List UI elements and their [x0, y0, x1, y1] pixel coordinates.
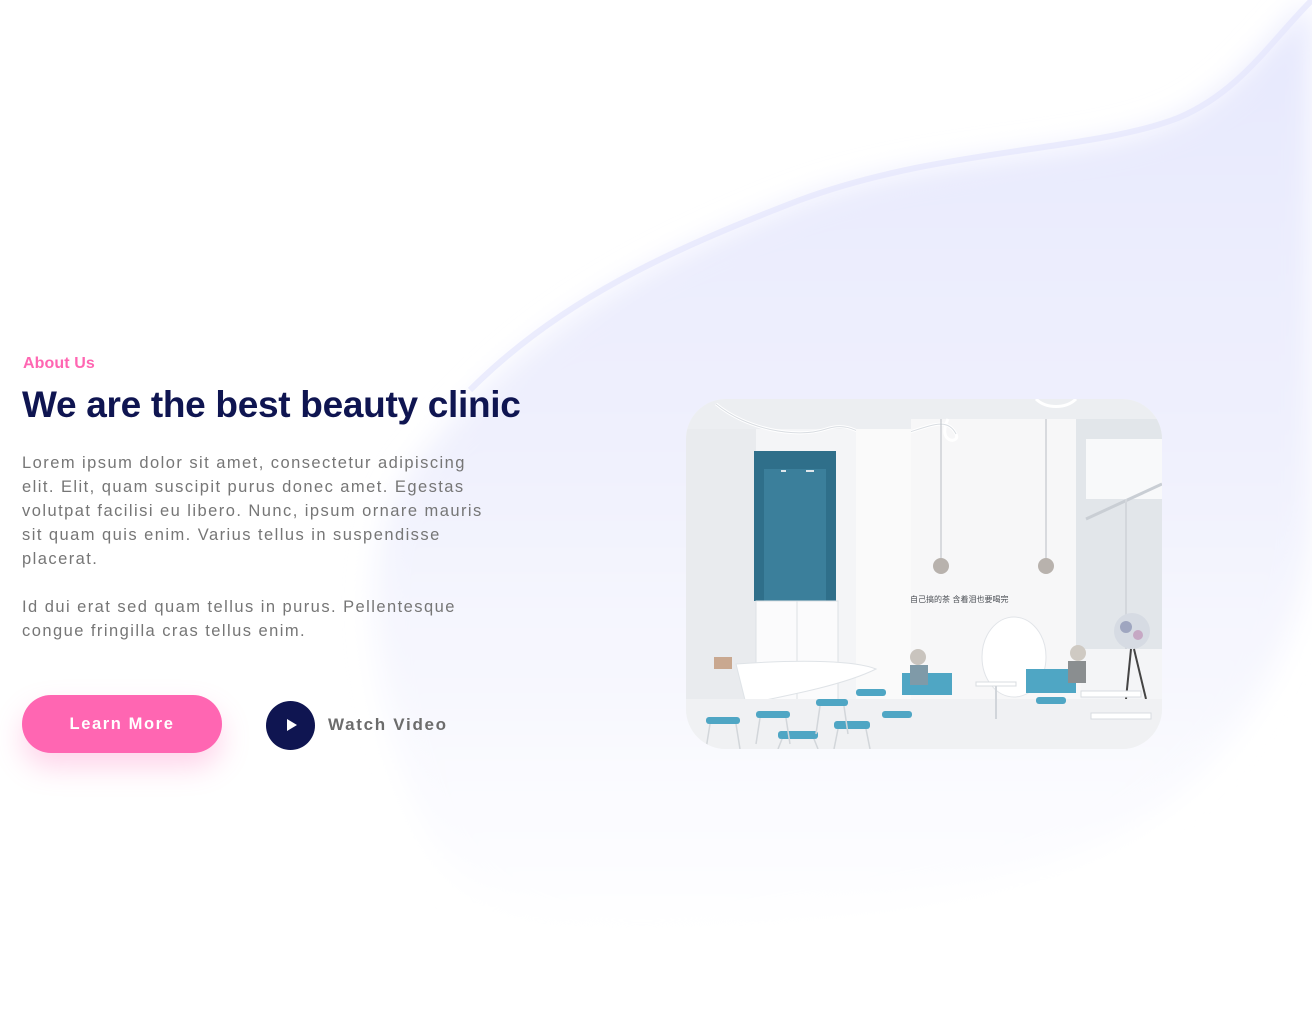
section-heading: We are the best beauty clinic — [22, 384, 521, 425]
watch-video-link[interactable]: Watch Video — [266, 700, 448, 750]
learn-more-button[interactable]: Learn More — [22, 695, 222, 753]
play-icon — [286, 719, 297, 731]
play-button[interactable] — [266, 700, 315, 750]
about-paragraph-2: Id dui erat sed quam tellus in purus. Pe… — [22, 598, 456, 640]
clinic-photo: 自己搞的茶 含着泪也要喝完 — [686, 399, 1162, 749]
watch-video-label: Watch Video — [328, 715, 448, 734]
about-paragraph-1: Lorem ipsum dolor sit amet, consectetur … — [22, 454, 483, 568]
about-section: About Us We are the best beauty clinic L… — [0, 0, 1312, 1029]
wall-sign-text: 自己搞的茶 含着泪也要喝完 — [910, 594, 1009, 604]
section-eyebrow: About Us — [23, 355, 95, 372]
